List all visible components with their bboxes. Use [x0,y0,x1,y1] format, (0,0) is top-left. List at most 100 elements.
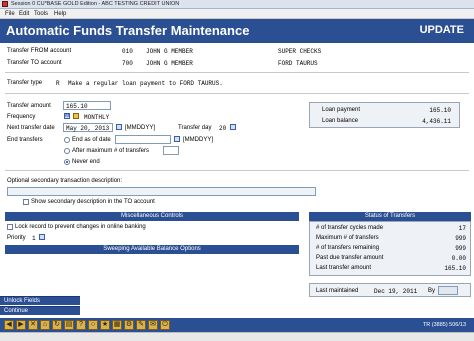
continue-button[interactable]: Continue [0,306,80,315]
loan-info-box: Loan payment 165.10 Loan balance 4,436.1… [309,102,460,128]
status-value: 165.10 [444,265,466,272]
next-date-format: [MMDDYY] [125,125,155,131]
transfer-type-desc: Make a regular loan payment to FORD TAUR… [68,80,223,87]
stop-icon[interactable]: ✕ [28,320,38,330]
transfer-day-lookup-icon[interactable] [230,124,236,130]
divider [5,170,469,171]
logout-icon[interactable]: ⏻ [160,320,170,330]
lock-record-checkbox[interactable] [7,224,13,230]
to-account-desc: FORD TAURUS [278,60,318,67]
menu-bar: File Edit Tools Help [0,9,474,19]
bookmark-icon[interactable]: ★ [100,320,110,330]
status-value: 999 [455,245,466,252]
unlock-fields-button[interactable]: Unlock Fields [0,296,80,305]
transfer-type-code: R [56,80,60,87]
last-maintained-label: Last maintained [316,288,359,294]
to-account-number: 700 [122,60,133,67]
loan-payment-value: 165.10 [429,107,451,114]
by-label: By [428,288,436,294]
end-date-input[interactable] [115,135,171,144]
from-account-desc: SUPER CHECKS [278,48,322,55]
from-account-number: 010 [122,48,133,55]
status-row: # of transfer cycles made 17 [310,223,472,233]
status-value: 999 [455,235,466,242]
divider [5,72,469,73]
transfer-type-label: Transfer type [7,80,43,86]
transfer-amount-label: Transfer amount [7,103,51,109]
next-transfer-date-input[interactable]: May 20, 2013 [63,123,113,132]
never-end-label: Never end [72,159,100,165]
priority-value: 1 [32,235,36,242]
frequency-value: MONTHLY [84,114,110,121]
last-maintained-value: Dec 19, 2011 [374,288,418,295]
screen-code: TR (3885) 506/13 [422,322,466,328]
menu-help[interactable]: Help [54,11,66,17]
by-field [438,286,458,295]
max-transfers-input[interactable] [163,146,179,155]
calendar-icon[interactable] [116,124,122,130]
frequency-code[interactable]: M [64,113,70,119]
end-date-calendar-icon[interactable] [174,136,180,142]
show-secondary-checkbox[interactable] [23,199,29,205]
end-as-of-date-label: End as of date [72,137,111,143]
last-maintained-box: Last maintained Dec 19, 2011 By [309,283,471,297]
after-max-transfers-radio[interactable] [64,148,70,154]
menu-file[interactable]: File [5,11,15,17]
loan-balance-label: Loan balance [322,118,359,124]
back-arrow-icon[interactable]: ◀ [4,320,14,330]
menu-edit[interactable]: Edit [19,11,29,17]
secondary-desc-label: Optional secondary transaction descripti… [7,178,123,184]
transfer-day-value: 20 [219,125,227,132]
show-secondary-label: Show secondary description in the TO acc… [31,199,155,205]
after-max-transfers-label: After maximum # of transfers [72,148,150,154]
status-value: 17 [458,225,466,232]
status-label: Last transfer amount [316,265,372,271]
print-icon[interactable]: ▤ [64,320,74,330]
mode-label: UPDATE [419,24,464,36]
home-icon[interactable]: ⌂ [40,320,50,330]
never-end-radio[interactable] [64,159,70,165]
secondary-desc-input[interactable] [7,187,316,196]
app-icon [2,1,8,7]
lock-record-label: Lock record to prevent changes in online… [15,224,146,230]
menu-tools[interactable]: Tools [34,11,48,17]
status-row: # of transfers remaining 999 [310,243,472,253]
status-title: Status of Transfers [309,212,471,221]
help-icon[interactable]: ? [76,320,86,330]
loan-payment-label: Loan payment [322,107,361,113]
lookup-icon[interactable] [73,113,79,119]
transfer-amount-input[interactable]: 165.10 [63,101,111,110]
window-titlebar: Session 0 CU*BASE GOLD Edition - ABC TES… [0,0,474,9]
to-account-label: Transfer TO account [7,60,62,66]
status-label: Maximum # of transfers [316,235,379,241]
priority-lookup-icon[interactable] [39,234,45,240]
status-label: Past due transfer amount [316,255,384,261]
notes-icon[interactable]: ✎ [136,320,146,330]
next-arrow-icon[interactable]: ▶ [16,320,26,330]
window-title: Session 0 CU*BASE GOLD Edition - ABC TES… [11,1,180,7]
calendar-icon[interactable]: ▦ [112,320,122,330]
page-title: Automatic Funds Transfer Maintenance [6,23,250,38]
next-transfer-date-label: Next transfer date [7,125,55,131]
status-label: # of transfers remaining [316,245,380,251]
loan-balance-value: 4,436.11 [422,118,451,125]
transfer-day-label: Transfer day [178,125,212,131]
to-account-name: JOHN G MEMBER [146,60,193,67]
page-header: Automatic Funds Transfer Maintenance UPD… [0,19,474,43]
from-account-label: Transfer FROM account [7,48,72,54]
mail-icon[interactable]: ✉ [148,320,158,330]
tools-icon[interactable]: ⚙ [124,320,134,330]
sweep-options-title[interactable]: Sweeping Available Balance Options [5,245,299,254]
status-box: # of transfer cycles made 17 Maximum # o… [309,221,471,276]
status-value: 0.00 [451,255,466,262]
end-date-format: [MMDDYY] [183,137,213,143]
bottom-toolbar: ◀ ▶ ✕ ⌂ ↻ ▤ ? ○ ★ ▦ ⚙ ✎ ✉ ⏻ TR (3885) 50… [0,318,474,332]
status-row: Maximum # of transfers 999 [310,233,472,243]
from-account-name: JOHN G MEMBER [146,48,193,55]
misc-controls-title: Miscellaneous Controls [5,212,299,221]
search-icon[interactable]: ○ [88,320,98,330]
status-row: Last transfer amount 165.10 [310,263,472,273]
status-row: Past due transfer amount 0.00 [310,253,472,263]
refresh-icon[interactable]: ↻ [52,320,62,330]
end-as-of-date-radio[interactable] [64,137,70,143]
